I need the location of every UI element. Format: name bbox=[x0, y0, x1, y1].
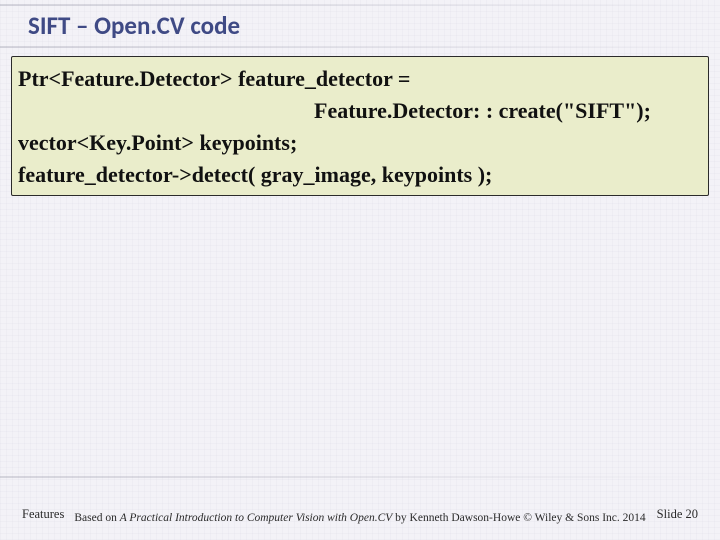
code-line-1: Ptr<Feature.Detector> feature_detector = bbox=[18, 63, 700, 95]
footer-attribution: Based on A Practical Introduction to Com… bbox=[0, 511, 720, 526]
decor-line-top-2 bbox=[0, 46, 720, 48]
code-box: Ptr<Feature.Detector> feature_detector =… bbox=[11, 56, 709, 196]
decor-line-top-1 bbox=[0, 4, 720, 6]
code-line-2: Feature.Detector: : create("SIFT"); bbox=[18, 95, 700, 127]
code-line-4: feature_detector->detect( gray_image, ke… bbox=[18, 159, 700, 191]
footer-attr-prefix: Based on bbox=[74, 512, 119, 524]
decor-line-bottom bbox=[0, 476, 720, 478]
slide: SIFT – Open.CV code Ptr<Feature.Detector… bbox=[0, 0, 720, 540]
footer-attr-book: A Practical Introduction to Computer Vis… bbox=[120, 512, 393, 524]
code-line-3: vector<Key.Point> keypoints; bbox=[18, 127, 700, 159]
footer-slide-number: Slide 20 bbox=[657, 507, 698, 522]
footer-attr-suffix: by Kenneth Dawson-Howe © Wiley & Sons In… bbox=[392, 512, 645, 524]
slide-title: SIFT – Open.CV code bbox=[28, 10, 240, 41]
footer: Features Based on A Practical Introducti… bbox=[0, 498, 720, 532]
